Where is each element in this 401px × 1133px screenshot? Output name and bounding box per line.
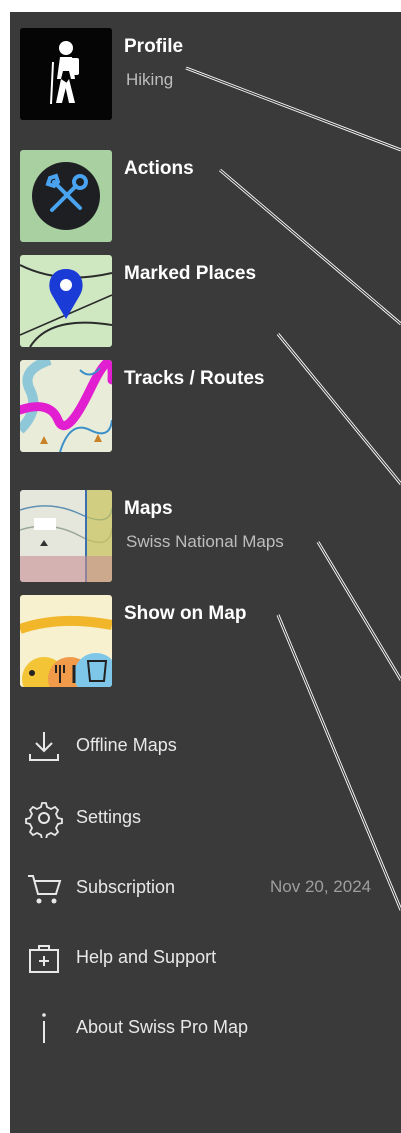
- navigation-drawer: Profile Hiking Actions Marked Places Tra…: [10, 12, 401, 1133]
- profile-label: Profile: [124, 36, 184, 57]
- marked-places-label: Marked Places: [124, 263, 257, 284]
- profile-subtitle: Hiking: [126, 70, 174, 89]
- map-pin-icon: [20, 255, 112, 347]
- map-layers-icon: [20, 595, 112, 687]
- help-support-label: Help and Support: [76, 947, 217, 967]
- settings-label: Settings: [76, 807, 142, 827]
- subscription-label: Subscription: [76, 877, 176, 897]
- about-item[interactable]: About Swiss Pro Map: [24, 1008, 394, 1048]
- help-support-item[interactable]: Help and Support: [24, 938, 394, 978]
- about-label: About Swiss Pro Map: [76, 1017, 249, 1037]
- offline-maps-label: Offline Maps: [76, 735, 177, 755]
- offline-maps-item[interactable]: Offline Maps: [24, 726, 394, 766]
- cart-icon: [24, 868, 64, 908]
- info-icon: [24, 1008, 64, 1048]
- actions-label: Actions: [124, 158, 194, 179]
- maps-subtitle: Swiss National Maps: [126, 532, 284, 551]
- tools-icon: [20, 150, 112, 242]
- subscription-item[interactable]: Subscription Nov 20, 2024: [24, 868, 394, 908]
- topo-map-icon: [20, 490, 112, 582]
- tracks-routes-label: Tracks / Routes: [124, 368, 265, 389]
- track-map-icon: [20, 360, 112, 452]
- show-on-map-label: Show on Map: [124, 603, 247, 624]
- hiker-icon: [20, 28, 112, 120]
- gear-icon: [24, 798, 64, 838]
- subscription-date: Nov 20, 2024: [270, 877, 372, 896]
- first-aid-kit-icon: [24, 938, 64, 978]
- maps-label: Maps: [124, 498, 173, 519]
- settings-item[interactable]: Settings: [24, 798, 394, 838]
- download-icon: [24, 726, 64, 766]
